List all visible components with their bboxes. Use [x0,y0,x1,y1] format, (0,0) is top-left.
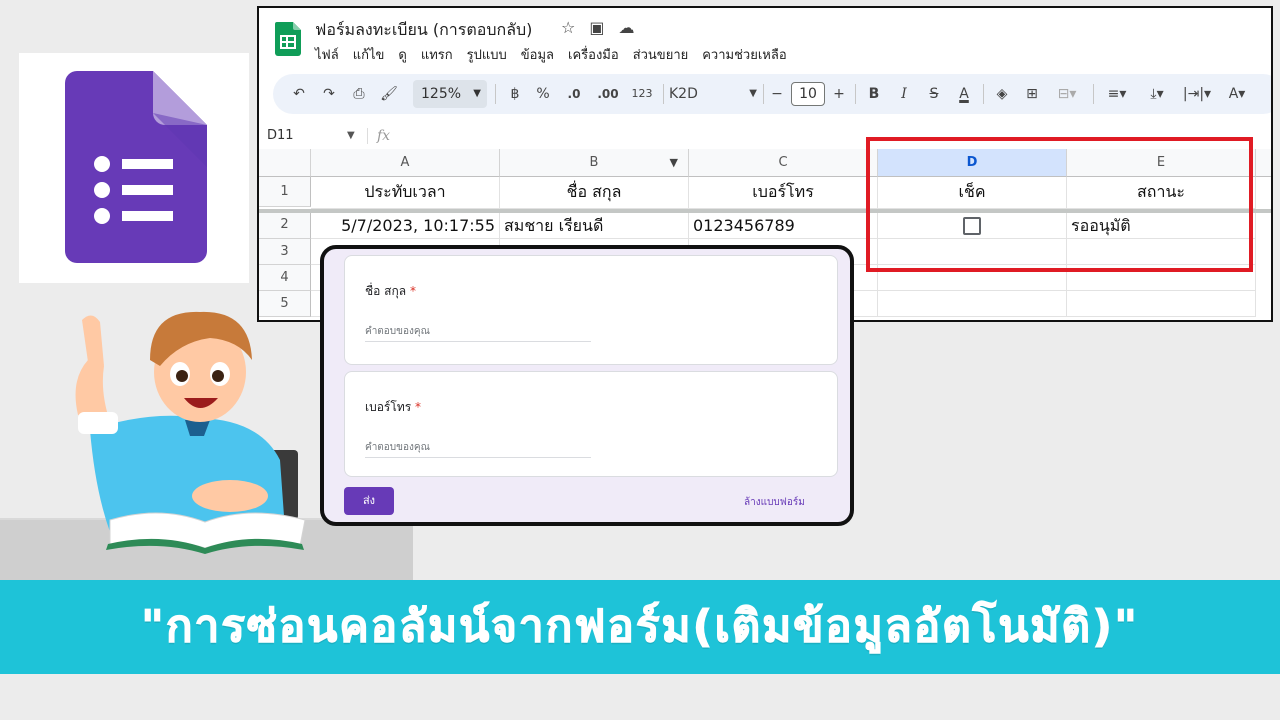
chevron-down-icon: ▼ [473,88,481,99]
google-forms-logo-panel [19,53,249,283]
question-label-text: เบอร์โทร [365,400,412,414]
italic-button[interactable]: I [891,74,917,114]
title-icons: ☆ ▣ ☁ [561,18,634,37]
toolbar-divider [1093,84,1094,104]
google-form-preview: ชื่อ สกุล * คำตอบของคุณ เบอร์โทร * คำตอบ… [320,245,854,526]
question-label: ชื่อ สกุล * [365,282,416,301]
menu-edit[interactable]: แก้ไข [353,44,385,65]
column-header-c[interactable]: C [689,149,878,177]
chevron-down-icon: ▼ [749,88,757,99]
chevron-down-icon[interactable]: ▼ [347,126,355,146]
font-name: K2D [669,86,698,102]
menu-view[interactable]: ดู [398,44,406,65]
document-title[interactable]: ฟอร์มลงทะเบียน (การตอบกลับ) [315,18,532,43]
column-menu-caret-icon[interactable]: ▼ [670,149,678,177]
row-header-2[interactable]: 2 [259,211,311,239]
formula-divider [367,128,368,144]
merge-cells-icon[interactable]: ⊟▾ [1049,74,1085,114]
menu-insert[interactable]: แทรก [421,44,453,65]
menu-format[interactable]: รูปแบบ [467,44,507,65]
cell-name[interactable]: สมชาย เรียนดี [500,213,689,239]
decrease-font-size-icon[interactable]: − [767,74,787,114]
select-all-corner[interactable] [259,149,311,177]
decrease-decimal-button[interactable]: .0 [559,74,589,114]
text-rotation-icon[interactable]: A▾ [1219,74,1255,114]
strikethrough-button[interactable]: S [921,74,947,114]
question-card-name: ชื่อ สกุล * คำตอบของคุณ [344,255,838,365]
borders-icon[interactable]: ⊞ [1019,74,1045,114]
menu-tools[interactable]: เครื่องมือ [568,44,619,65]
empty-cell[interactable] [1067,291,1256,317]
zoom-value: 125% [421,86,462,102]
cell-timestamp[interactable]: 5/7/2023, 10:17:55 [311,213,500,239]
name-answer-input[interactable]: คำตอบของคุณ [365,324,591,342]
currency-format-button[interactable]: ฿ [503,74,527,114]
banner-title: "การซ่อนคอลัมน์จากฟอร์ม(เติมข้อมูลอัตโนม… [140,601,1140,653]
row-header-1[interactable]: 1 [259,177,311,207]
required-asterisk: * [409,284,416,298]
toolbar-divider [663,84,664,104]
question-card-phone: เบอร์โทร * คำตอบของคุณ [344,371,838,477]
required-asterisk: * [415,400,421,414]
increase-font-size-icon[interactable]: + [829,74,849,114]
clear-form-link[interactable]: ล้างแบบฟอร์ม [744,495,805,510]
undo-icon[interactable]: ↶ [287,74,311,114]
star-icon[interactable]: ☆ [561,18,575,37]
column-header-a[interactable]: A [311,149,500,177]
vertical-align-icon[interactable]: ⤓▾ [1139,74,1175,114]
cloud-status-icon[interactable]: ☁ [618,18,634,37]
font-select[interactable]: K2D ▼ [669,74,759,114]
question-label: เบอร์โทร * [365,398,421,417]
header-cell-name[interactable]: ชื่อ สกุล [500,177,689,209]
name-box[interactable]: D11 [267,126,357,146]
menu-data[interactable]: ข้อมูล [521,44,554,65]
folder-move-icon[interactable]: ▣ [589,18,604,37]
menu-extensions[interactable]: ส่วนขยาย [633,44,689,65]
font-size-input[interactable]: 10 [791,82,825,106]
header-cell-phone[interactable]: เบอร์โทร [689,177,878,209]
toolbar-divider [855,84,856,104]
redo-icon[interactable]: ↷ [317,74,341,114]
empty-cell[interactable] [878,291,1067,317]
more-formats-button[interactable]: 123 [627,74,657,114]
highlight-box-columns-d-e [866,137,1253,272]
google-sheets-logo-icon[interactable] [275,22,301,56]
percent-format-button[interactable]: % [531,74,555,114]
title-banner: "การซ่อนคอลัมน์จากฟอร์ม(เติมข้อมูลอัตโนม… [0,580,1280,674]
text-wrapping-icon[interactable]: |⇥|▾ [1179,74,1215,114]
phone-answer-input[interactable]: คำตอบของคุณ [365,440,591,458]
toolbar-divider [763,84,764,104]
row-header-4[interactable]: 4 [259,265,311,291]
header-cell-timestamp[interactable]: ประทับเวลา [311,177,500,209]
horizontal-align-icon[interactable]: ≡▾ [1099,74,1135,114]
title-bar: ฟอร์มลงทะเบียน (การตอบกลับ) ☆ ▣ ☁ ไฟล์ แ… [259,8,1271,72]
column-header-b-label: B [589,155,599,170]
print-icon[interactable]: ⎙ [347,74,371,114]
toolbar: ↶ ↷ ⎙ 🖌 125% ▼ ฿ % .0 .00 123 K2D ▼ − 10 +… [273,74,1271,114]
zoom-select[interactable]: 125% ▼ [413,80,487,108]
paint-format-icon[interactable]: 🖌 [377,74,401,114]
column-header-f[interactable] [1256,149,1271,177]
toolbar-divider [495,84,496,104]
row-header-5[interactable]: 5 [259,291,311,317]
google-forms-logo-icon [65,71,207,263]
menu-bar: ไฟล์ แก้ไข ดู แทรก รูปแบบ ข้อมูล เครื่อง… [315,44,787,65]
increase-decimal-button[interactable]: .00 [591,74,625,114]
menu-help[interactable]: ความช่วยเหลือ [702,44,786,65]
fill-color-icon[interactable]: ◈ [989,74,1015,114]
column-header-b[interactable]: B ▼ [500,149,689,177]
submit-button[interactable]: ส่ง [344,487,394,515]
question-label-text: ชื่อ สกุล [365,284,407,298]
cell-phone[interactable]: 0123456789 [689,213,878,239]
fx-label: fx [377,128,391,144]
toolbar-divider [983,84,984,104]
bold-button[interactable]: B [861,74,887,114]
row-header-3[interactable]: 3 [259,239,311,265]
menu-file[interactable]: ไฟล์ [315,44,339,65]
text-color-button[interactable]: A [951,74,977,114]
